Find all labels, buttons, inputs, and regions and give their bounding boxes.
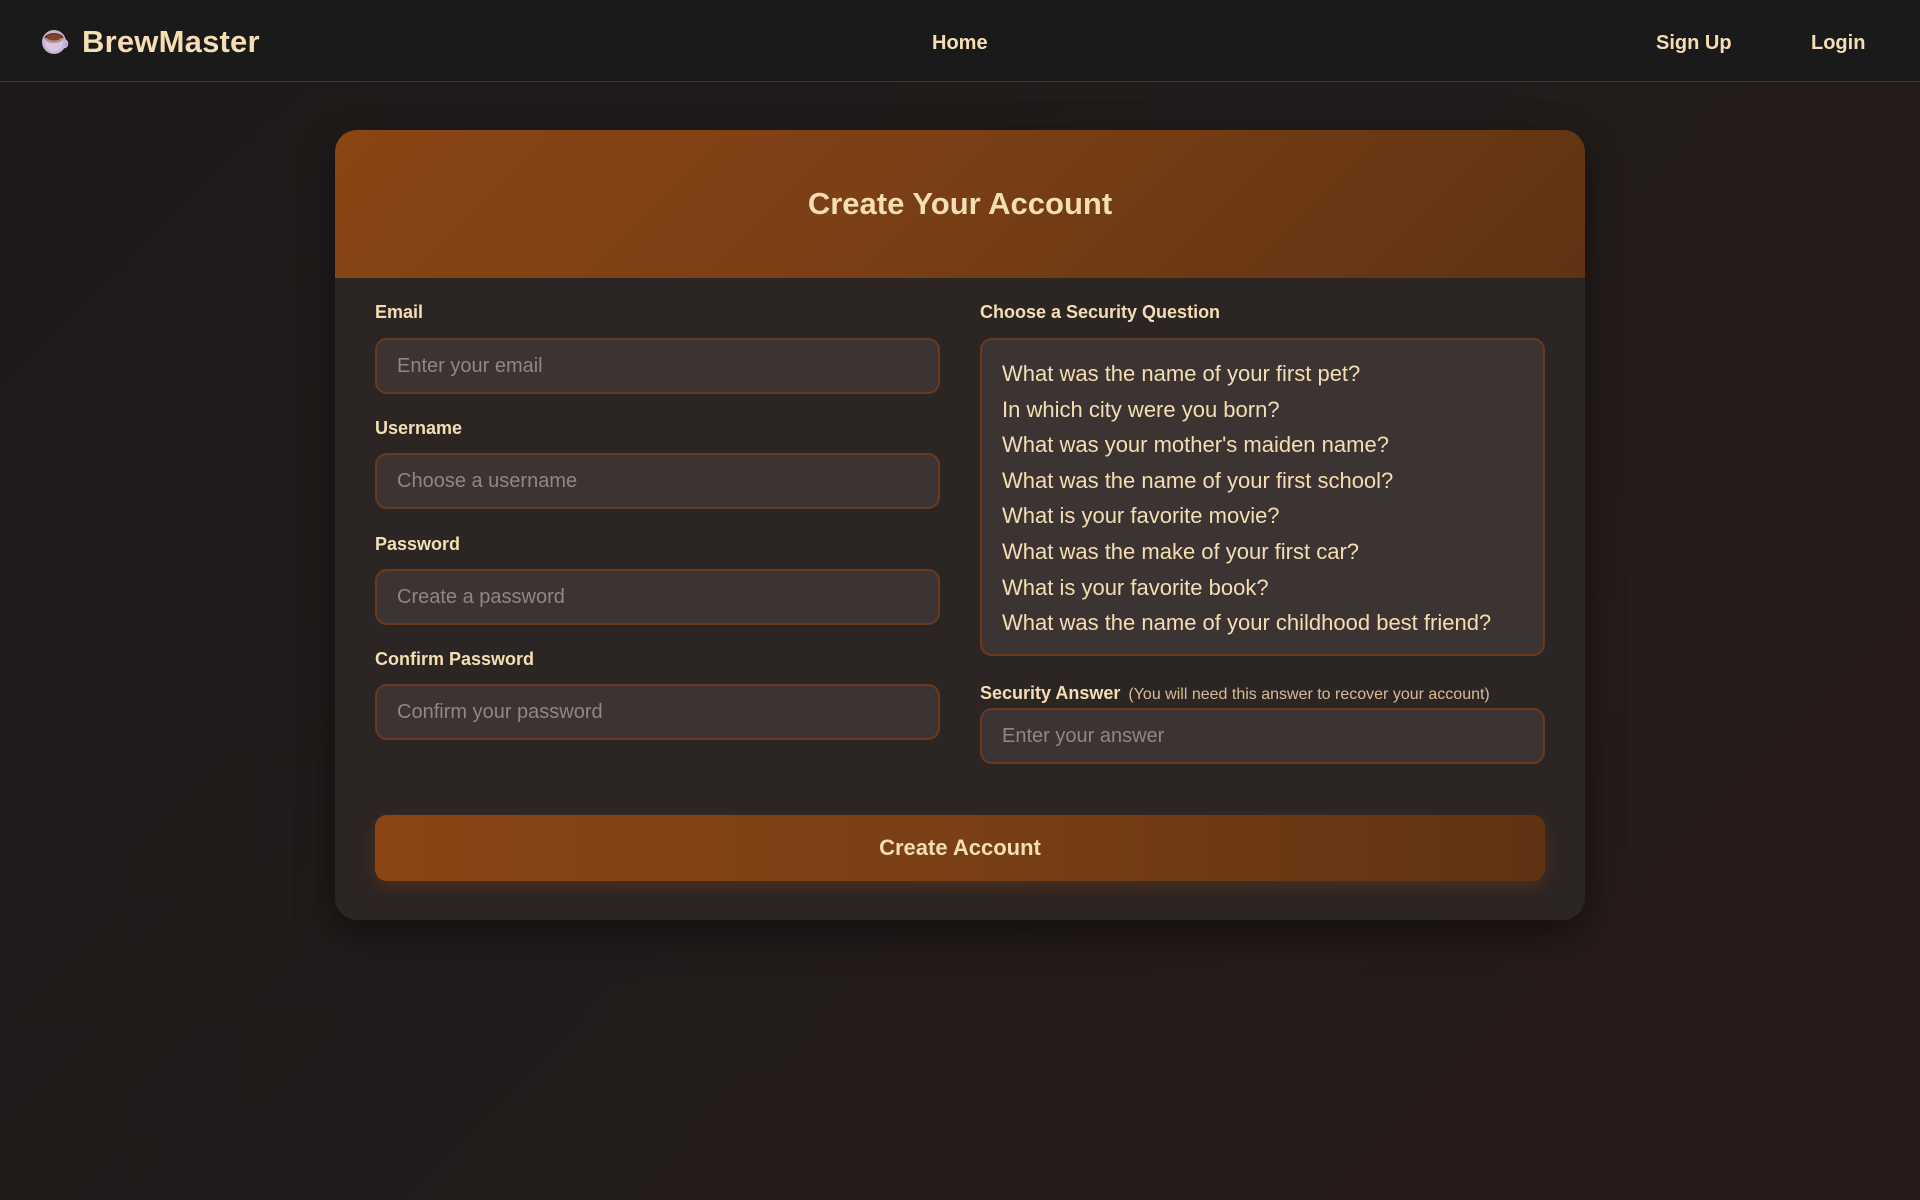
top-navbar: BrewMaster Home Sign Up Login	[0, 0, 1920, 82]
confirm-password-label: Confirm Password	[375, 649, 535, 669]
username-label: Username	[375, 418, 463, 438]
nav-login-link[interactable]: Login	[1811, 32, 1865, 55]
signup-card: Create Your Account Email Username Passw…	[335, 130, 1585, 920]
security-answer-input[interactable]	[980, 708, 1545, 764]
password-input[interactable]	[375, 569, 940, 625]
security-question-option[interactable]: What is your favorite book?	[1002, 570, 1523, 606]
password-label: Password	[375, 534, 461, 554]
username-input[interactable]	[375, 453, 940, 509]
security-question-option[interactable]: What was your mother's maiden name?	[1002, 427, 1523, 463]
brand-name: BrewMaster	[82, 24, 260, 59]
security-question-label: Choose a Security Question	[980, 302, 1221, 322]
security-answer-hint: (You will need this answer to recover yo…	[1128, 686, 1490, 703]
security-answer-label-text: Security Answer	[980, 683, 1121, 703]
security-question-option[interactable]: What was the make of your first car?	[1002, 534, 1523, 570]
email-input[interactable]	[375, 338, 940, 394]
card-header: Create Your Account	[335, 130, 1585, 278]
coffee-cup-icon	[40, 27, 70, 57]
brand-logo-link[interactable]: BrewMaster	[40, 22, 260, 62]
nav-signup-link[interactable]: Sign Up	[1656, 32, 1732, 55]
security-question-option[interactable]: What was the name of your first pet?	[1002, 356, 1523, 392]
create-account-button[interactable]: Create Account	[375, 815, 1545, 881]
security-question-listbox[interactable]: What was the name of your first pet? In …	[980, 338, 1545, 656]
security-question-option[interactable]: In which city were you born?	[1002, 392, 1523, 428]
email-label: Email	[375, 302, 424, 322]
security-question-option[interactable]: What was the name of your first school?	[1002, 463, 1523, 499]
security-answer-label: Security Answer (You will need this answe…	[980, 683, 1490, 704]
nav-home-link[interactable]: Home	[932, 32, 988, 55]
page-title: Create Your Account	[807, 186, 1113, 221]
confirm-password-input[interactable]	[375, 684, 940, 740]
security-question-option[interactable]: What is your favorite movie?	[1002, 498, 1523, 534]
security-question-option[interactable]: What was the name of your childhood best…	[1002, 605, 1523, 641]
